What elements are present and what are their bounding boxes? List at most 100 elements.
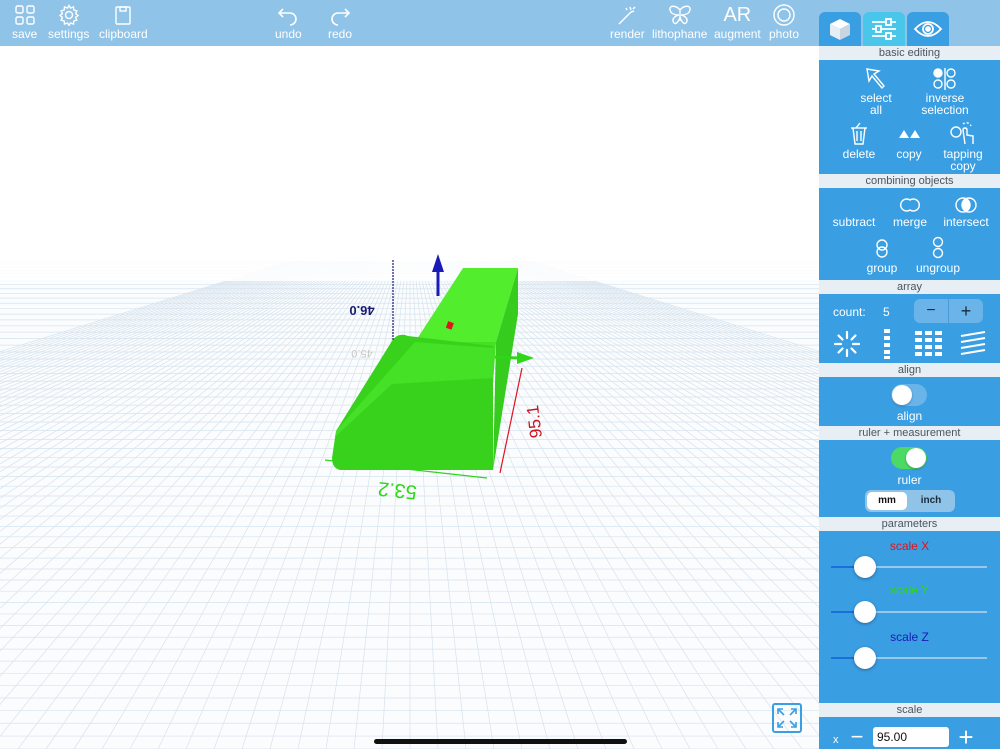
ruler-measurement-header: ruler + measurement xyxy=(819,426,1000,440)
scene: 53.2 95.1 46.0 45.0 xyxy=(324,254,546,503)
scale-z-slider-knob[interactable] xyxy=(854,647,877,669)
settings-label: settings xyxy=(48,27,90,41)
array-radial-button[interactable] xyxy=(833,330,861,358)
align-toggle-knob xyxy=(892,385,912,405)
depth-measurement-label: 95.1 xyxy=(523,404,546,439)
scale-y-slider-knob[interactable] xyxy=(854,601,877,623)
array-header: array xyxy=(819,280,1000,294)
copy-triangles-icon xyxy=(899,130,920,138)
augment-button[interactable]: AR augment xyxy=(714,4,761,41)
array-count-value: 5 xyxy=(883,305,890,319)
delete-button[interactable]: delete xyxy=(839,122,879,160)
intersect-label: intersect xyxy=(943,215,989,229)
cube-icon xyxy=(830,19,850,40)
redo-button[interactable]: redo xyxy=(328,4,352,41)
merge-label: merge xyxy=(892,215,927,229)
tapping-copy-label: tapping copy xyxy=(943,147,983,173)
array-count-increment[interactable]: + xyxy=(949,299,983,323)
copy-button[interactable]: copy xyxy=(891,122,927,160)
tab-editing[interactable] xyxy=(863,12,905,46)
align-toggle[interactable] xyxy=(891,384,927,406)
grid-array-icon xyxy=(915,331,942,356)
column-array-icon xyxy=(884,329,890,359)
subtract-label: subtract xyxy=(832,215,876,229)
expand-icon xyxy=(777,708,797,728)
redo-label: redo xyxy=(328,27,353,41)
scale-x-slider[interactable] xyxy=(831,556,987,578)
y-axis-line xyxy=(494,355,519,360)
ungroup-label: ungroup xyxy=(915,261,961,275)
radial-array-icon xyxy=(833,330,861,358)
clipboard-label: clipboard xyxy=(99,27,148,41)
lithophane-label: lithophane xyxy=(652,27,708,41)
inverse-selection-icon xyxy=(933,68,956,90)
panel-tabs xyxy=(819,0,1000,46)
ungroup-icon xyxy=(932,236,944,259)
tab-objects[interactable] xyxy=(819,12,861,46)
settings-button[interactable]: settings xyxy=(48,4,89,41)
augment-label: augment xyxy=(714,27,761,41)
clipboard-button[interactable]: clipboard xyxy=(99,4,148,41)
lithophane-button[interactable]: lithophane xyxy=(652,4,707,41)
array-count-decrement[interactable]: − xyxy=(914,299,949,323)
scale-value-input[interactable] xyxy=(873,727,949,747)
array-diagonal-button[interactable] xyxy=(959,330,987,358)
unit-inch-option[interactable]: inch xyxy=(911,492,951,510)
merge-icon xyxy=(900,198,920,212)
magic-wand-icon xyxy=(618,6,636,25)
scale-z-label: scale Z xyxy=(890,630,929,644)
ar-icon: AR xyxy=(723,4,752,26)
ruler-toggle-knob xyxy=(906,448,926,468)
inverse-selection-button[interactable]: inverse selection xyxy=(917,68,973,116)
group-label: group xyxy=(866,261,898,275)
ghost-measurement-label: 45.0 xyxy=(351,347,372,359)
z-axis-arrow[interactable] xyxy=(432,254,444,272)
tools-panel: basic editing select all inverse selecti… xyxy=(819,0,1000,752)
select-all-label: select all xyxy=(860,91,892,117)
save-button[interactable]: save xyxy=(12,4,37,41)
scale-x-label: scale X xyxy=(889,539,930,553)
photo-button[interactable]: photo xyxy=(769,4,799,41)
scale-x-slider-knob[interactable] xyxy=(854,556,877,578)
subtract-button[interactable]: subtract xyxy=(829,194,879,228)
ruler-label: ruler xyxy=(897,473,922,487)
trash-icon xyxy=(851,122,867,145)
render-label: render xyxy=(610,27,645,41)
group-button[interactable]: group xyxy=(859,238,905,274)
gear-icon xyxy=(58,4,79,26)
fit-view-button[interactable] xyxy=(772,703,802,733)
tapping-copy-button[interactable]: tapping copy xyxy=(939,118,987,172)
array-column-button[interactable] xyxy=(881,328,893,360)
undo-label: undo xyxy=(275,27,302,41)
unit-mm-option[interactable]: mm xyxy=(867,492,907,510)
butterfly-icon xyxy=(668,5,691,25)
render-button[interactable]: render xyxy=(610,4,645,41)
scale-y-slider[interactable] xyxy=(831,601,987,623)
array-count-label: count: xyxy=(833,305,866,319)
tab-view[interactable] xyxy=(907,12,949,46)
inverse-selection-label: inverse selection xyxy=(921,91,969,117)
y-axis-arrow[interactable] xyxy=(517,352,534,364)
grid-icon xyxy=(14,5,35,25)
unit-segmented-control: mm inch xyxy=(865,490,955,512)
scale-decrement-button[interactable]: − xyxy=(847,724,867,750)
array-count-stepper: − + xyxy=(914,299,983,323)
align-label: align xyxy=(896,409,923,423)
copy-label: copy xyxy=(896,147,922,161)
array-grid-button[interactable] xyxy=(914,330,944,358)
select-all-button[interactable]: select all xyxy=(854,66,898,116)
ungroup-button[interactable]: ungroup xyxy=(911,236,965,274)
undo-button[interactable]: undo xyxy=(275,4,302,41)
basic-editing-header: basic editing xyxy=(819,46,1000,60)
merge-button[interactable]: merge xyxy=(887,196,933,228)
scale-z-slider[interactable] xyxy=(831,647,987,669)
save-label: save xyxy=(12,27,38,41)
intersect-icon xyxy=(955,197,977,213)
combining-objects-header: combining objects xyxy=(819,174,1000,188)
intersect-button[interactable]: intersect xyxy=(937,196,995,228)
scale-increment-button[interactable]: + xyxy=(955,722,977,753)
home-indicator xyxy=(374,739,627,744)
3d-viewport[interactable]: 53.2 95.1 46.0 45.0 xyxy=(0,46,819,749)
height-measurement-label: 46.0 xyxy=(349,303,374,318)
ruler-toggle[interactable] xyxy=(891,447,927,469)
